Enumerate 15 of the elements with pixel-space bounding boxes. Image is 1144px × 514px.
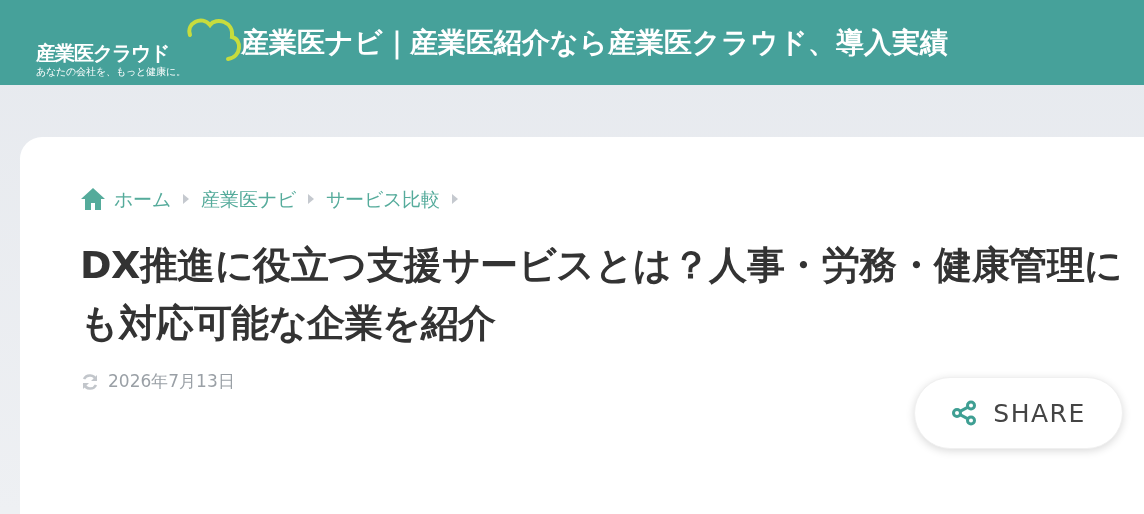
logo-text[interactable]: 産業医クラウド xyxy=(36,42,169,63)
logo-tagline: あなたの会社を、もっと健康に。 xyxy=(36,66,186,77)
breadcrumb-arrow-icon xyxy=(452,194,458,205)
home-icon xyxy=(80,187,106,212)
share-icon xyxy=(951,400,978,427)
site-title: 産業医ナビ｜産業医紹介なら産業医クラウド、導入実績 xyxy=(241,24,948,62)
refresh-icon xyxy=(80,372,100,393)
breadcrumb-link[interactable]: サービス比較 xyxy=(326,185,440,214)
article-title: DX推進に役立つ支援サービスとは？人事・労務・健康管理にも対応可能な企業を紹介 xyxy=(80,241,1124,348)
updated-date: 2026年7月13日 xyxy=(108,370,235,394)
breadcrumb-link[interactable]: ホーム xyxy=(114,185,171,214)
share-button[interactable]: SHARE xyxy=(914,377,1123,450)
breadcrumb-link[interactable]: 産業医ナビ xyxy=(201,185,296,214)
breadcrumb-arrow-icon xyxy=(308,194,314,205)
breadcrumb-arrow-icon xyxy=(183,194,189,205)
